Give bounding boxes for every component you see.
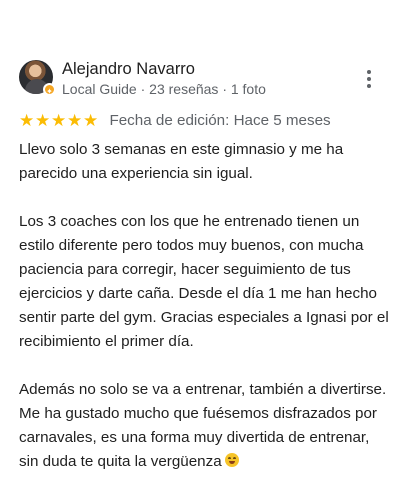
review-paragraph: Los 3 coaches con los que he entrenado t… (19, 210, 389, 354)
review-paragraph: Además no solo se va a entrenar, también… (19, 378, 387, 474)
review-text-line: Llevo solo 3 semanas en este gimnasio y … (19, 141, 344, 158)
more-vertical-icon-dot (367, 84, 371, 88)
more-vertical-icon-dot (367, 70, 371, 74)
star-icon: ★ (19, 111, 36, 130)
review-text-line: Me ha gustado mucho que fuésemos disfraz… (19, 405, 377, 422)
review-header: ✦ Alejandro Navarro Local Guide · 23 res… (19, 58, 381, 100)
review-text-line: Los 3 coaches con los que he entrenado t… (19, 213, 360, 230)
review-text-line-last: sin duda te quita la vergüenza (19, 450, 384, 474)
review-text-line: parecido una experiencia sin igual. (19, 165, 253, 182)
star-icon: ★ (51, 111, 68, 130)
star-rating: ★★★★★ (19, 111, 99, 131)
review-text-line: recibimiento el primer día. (19, 333, 194, 350)
review-text-line: estilo diferente pero todos muy buenos, … (19, 237, 364, 254)
star-icon: ★ (35, 111, 52, 130)
star-icon: ★ (67, 111, 84, 130)
more-vertical-icon-dot (367, 77, 371, 81)
reviewer-meta: Local Guide · 23 reseñas · 1 foto (62, 81, 266, 97)
reviewer-name[interactable]: Alejandro Navarro (62, 59, 195, 79)
local-guide-badge-icon: ✦ (43, 83, 56, 96)
review-paragraph: Llevo solo 3 semanas en este gimnasio y … (19, 138, 384, 186)
review-text-line: Además no solo se va a entrenar, también… (19, 381, 387, 398)
review-text-line: sin duda te quita la vergüenza (19, 453, 222, 470)
review-text-line: carnavales, es una forma muy divertida d… (19, 429, 370, 446)
laughing-face-mouth (228, 461, 235, 464)
review-text-line: paciencia para corregir, hacer seguimien… (19, 261, 351, 278)
rating-row: ★★★★★ Fecha de edición: Hace 5 meses (19, 111, 331, 133)
review-card: ✦ Alejandro Navarro Local Guide · 23 res… (0, 0, 400, 500)
more-options-button[interactable] (361, 67, 377, 91)
star-icon: ★ (83, 111, 100, 130)
review-text: Llevo solo 3 semanas en este gimnasio y … (19, 138, 389, 498)
review-text-line: sentir parte del gym. Gracias especiales… (19, 309, 389, 326)
edit-date: Fecha de edición: Hace 5 meses (109, 112, 331, 129)
laughing-face-emoji-icon (224, 453, 239, 467)
review-text-line: ejercicios y darte caña. Desde el día 1 … (19, 285, 377, 302)
